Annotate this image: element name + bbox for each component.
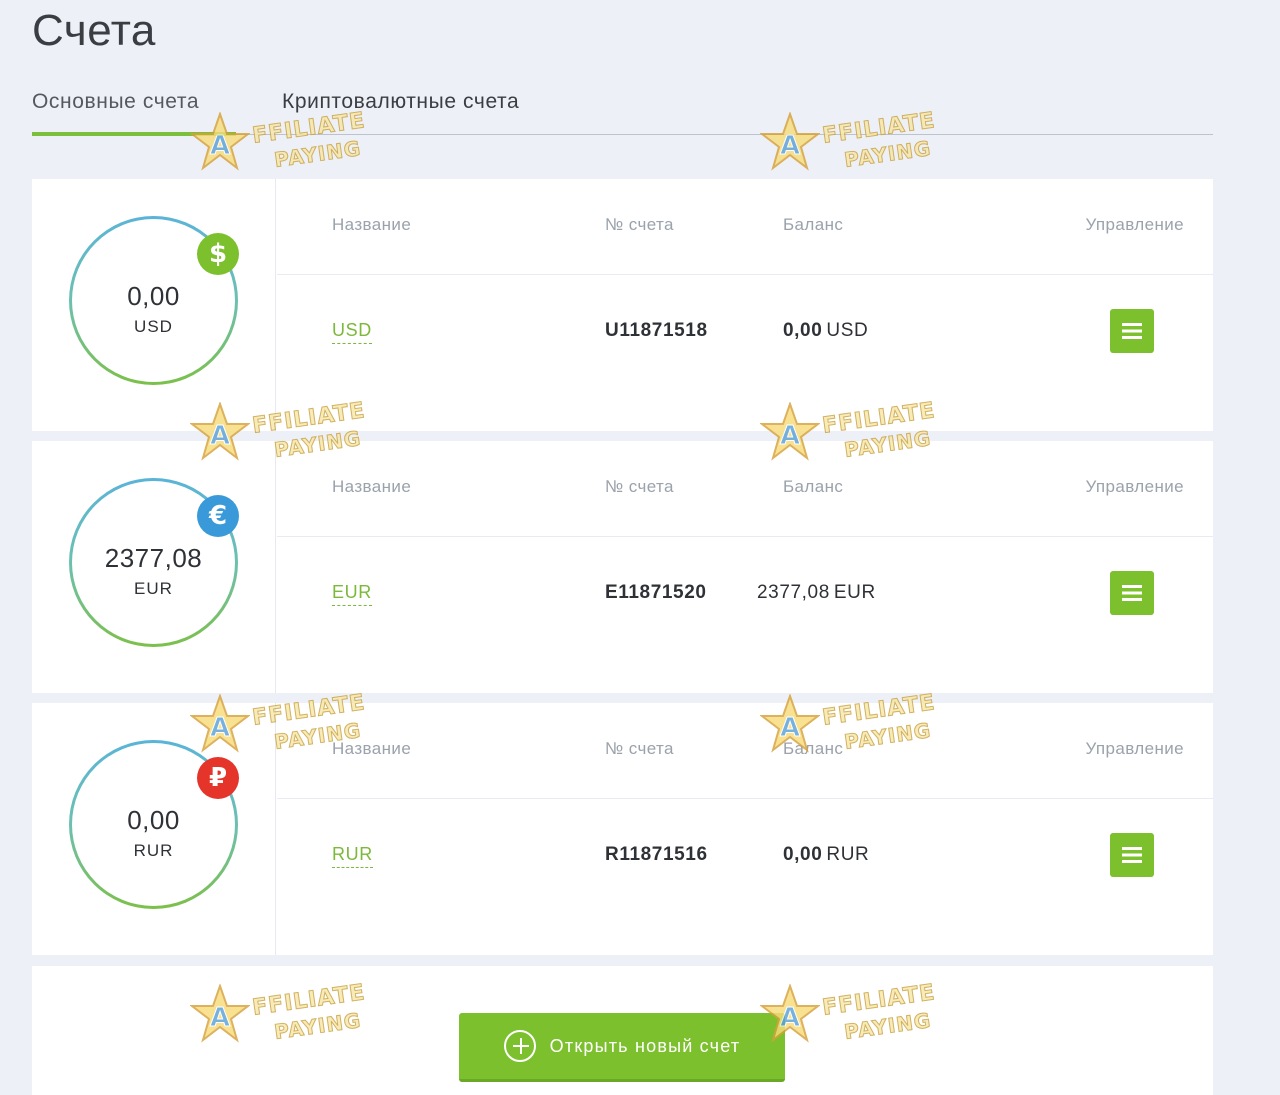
circle-amount: 0,00 xyxy=(127,281,180,311)
active-tab-indicator xyxy=(32,132,236,136)
account-summary: 0,00 USD $ xyxy=(32,179,276,431)
balance-amount: 2377,08 xyxy=(757,582,830,603)
account-card-usd: 0,00 USD $ Название № счета Баланс Управ… xyxy=(32,179,1213,431)
ruble-icon: ₽ xyxy=(197,757,239,799)
account-menu-button[interactable] xyxy=(1110,571,1154,615)
account-table: Название № счета Баланс Управление EUR E… xyxy=(277,441,1213,693)
account-table: Название № счета Баланс Управление USD U… xyxy=(277,179,1213,431)
account-number: R11871516 xyxy=(605,844,708,865)
row-divider xyxy=(277,536,1213,537)
euro-icon: € xyxy=(197,495,239,537)
balance-amount: 0,00 xyxy=(783,844,823,865)
open-account-panel: Открыть новый счет xyxy=(32,966,1213,1095)
accounts-page: Счета Основные счета Криптовалютные счет… xyxy=(0,0,1280,1095)
watermark-line1: FFILIATE xyxy=(250,108,367,150)
circle-currency: EUR xyxy=(134,579,173,598)
account-table: Название № счета Баланс Управление RUR R… xyxy=(277,703,1213,955)
balance-currency: EUR xyxy=(833,582,876,603)
watermark-line1: FFILIATE xyxy=(820,108,937,150)
header-name: Название xyxy=(332,477,412,496)
page-title: Счета xyxy=(32,6,156,55)
circle-amount: 2377,08 xyxy=(104,543,203,573)
header-name: Название xyxy=(332,215,412,234)
account-menu-button[interactable] xyxy=(1110,833,1154,877)
account-card-rur: 0,00 RUR ₽ Название № счета Баланс Управ… xyxy=(32,703,1213,955)
header-number: № счета xyxy=(605,477,674,496)
account-menu-button[interactable] xyxy=(1110,309,1154,353)
row-divider xyxy=(277,274,1213,275)
tab-crypto-accounts[interactable]: Криптовалютные счета xyxy=(282,90,519,114)
open-new-account-button[interactable]: Открыть новый счет xyxy=(459,1013,785,1082)
star-icon: A xyxy=(760,112,820,171)
account-summary: 0,00 RUR ₽ xyxy=(32,703,276,955)
watermark-line2: PAYING xyxy=(272,136,363,173)
menu-icon xyxy=(1122,847,1142,863)
tab-main-accounts[interactable]: Основные счета xyxy=(32,90,199,114)
header-control: Управление xyxy=(1085,477,1184,496)
header-name: Название xyxy=(332,739,412,758)
plus-circle-icon xyxy=(503,1030,536,1062)
dollar-icon: $ xyxy=(197,233,239,275)
account-card-eur: 2377,08 EUR € Название № счета Баланс Уп… xyxy=(32,441,1213,693)
header-balance: Баланс xyxy=(783,215,844,234)
circle-amount: 0,00 xyxy=(127,805,180,835)
balance-currency: USD xyxy=(826,320,869,341)
svg-text:A: A xyxy=(780,131,800,161)
row-divider xyxy=(277,798,1213,799)
header-balance: Баланс xyxy=(783,739,844,758)
account-balance: 0,00 RUR xyxy=(783,844,869,866)
header-number: № счета xyxy=(605,215,674,234)
account-name-link[interactable]: EUR xyxy=(332,582,372,606)
account-number: U11871518 xyxy=(605,320,708,341)
balance-amount: 0,00 xyxy=(783,320,823,341)
circle-currency: RUR xyxy=(133,841,174,860)
star-icon: A xyxy=(190,112,250,171)
account-name-link[interactable]: USD xyxy=(332,320,372,344)
header-control: Управление xyxy=(1085,739,1184,758)
balance-currency: RUR xyxy=(826,844,870,865)
account-summary: 2377,08 EUR € xyxy=(32,441,276,693)
header-control: Управление xyxy=(1085,215,1184,234)
circle-currency: USD xyxy=(134,317,173,336)
open-new-account-label: Открыть новый счет xyxy=(549,1035,741,1056)
menu-icon xyxy=(1122,585,1142,601)
account-name-link[interactable]: RUR xyxy=(332,844,373,868)
menu-icon xyxy=(1122,323,1142,339)
account-balance: 2377,08 EUR xyxy=(757,582,876,604)
account-number: E11871520 xyxy=(605,582,707,603)
account-balance: 0,00 USD xyxy=(783,320,868,342)
watermark-line2: PAYING xyxy=(842,136,933,173)
header-number: № счета xyxy=(605,739,674,758)
header-balance: Баланс xyxy=(783,477,844,496)
